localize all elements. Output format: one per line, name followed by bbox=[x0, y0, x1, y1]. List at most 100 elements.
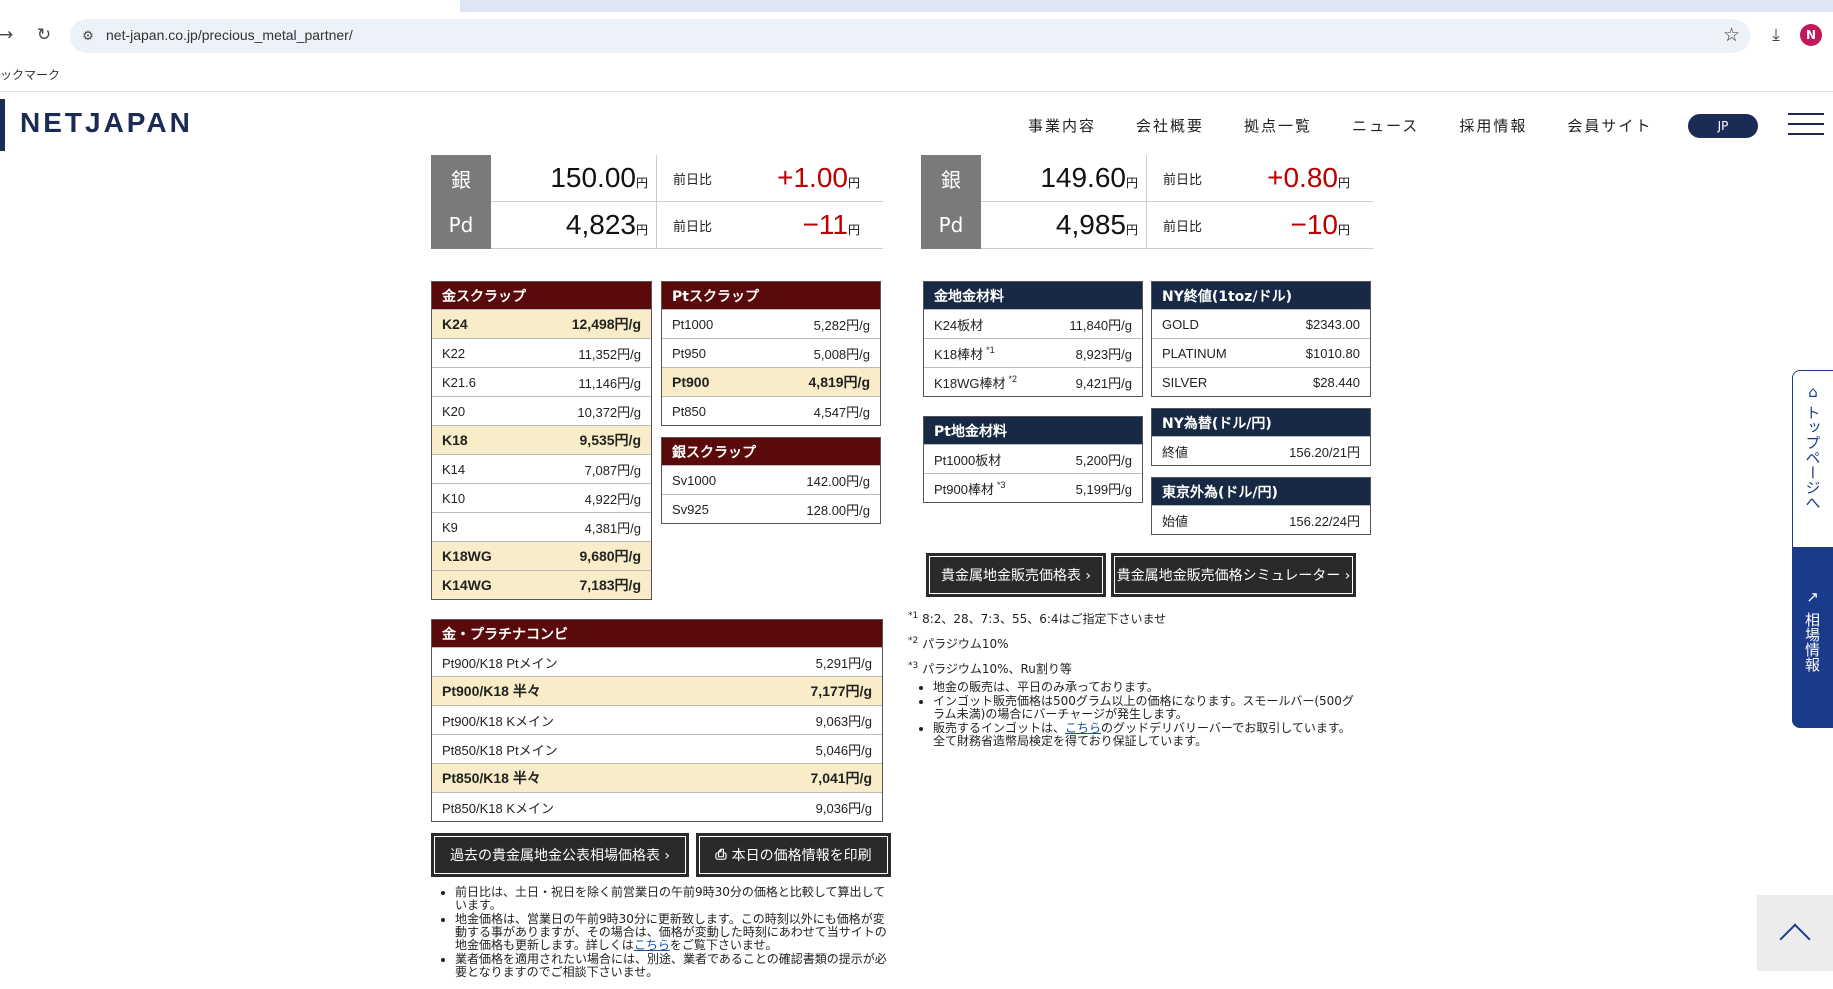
past-prices-button[interactable]: 過去の貴金属地金公表相場価格表 › bbox=[431, 833, 689, 877]
forward-icon[interactable]: → bbox=[0, 21, 20, 49]
logo-mark bbox=[0, 99, 5, 151]
row-label: K18棒材 bbox=[934, 346, 984, 362]
nav-recruit[interactable]: 採用情報 bbox=[1459, 115, 1527, 136]
site-info-icon[interactable]: ⚙ bbox=[78, 26, 98, 46]
profile-avatar[interactable]: N bbox=[1800, 24, 1822, 46]
bookmark-star-icon[interactable]: ☆ bbox=[1723, 24, 1740, 46]
table-title: 金スクラップ bbox=[432, 282, 651, 309]
nav-business[interactable]: 事業内容 bbox=[1028, 115, 1096, 136]
row-label: Sv925 bbox=[672, 501, 709, 517]
ny-close-table: NY終値(1toz/ドル) GOLD $2343.00 PLATINUM $1010.… bbox=[1151, 281, 1371, 397]
table-row: Pt900 4,819円/g bbox=[662, 367, 880, 396]
site-logo[interactable]: NETJAPAN bbox=[20, 107, 193, 139]
row-price: 9,421円/g bbox=[1075, 375, 1132, 391]
row-price: 142.00円/g bbox=[806, 473, 870, 489]
row-price: 4,819円/g bbox=[808, 374, 870, 390]
download-icon[interactable]: ⤓ bbox=[1762, 21, 1790, 49]
table-row: Pt1000板材 5,200円/g bbox=[924, 444, 1142, 473]
address-bar[interactable]: ⚙ net-japan.co.jp/precious_metal_partner… bbox=[70, 19, 1750, 53]
row-label: K9 bbox=[442, 519, 458, 535]
pt-scrap-table: Ptスクラップ Pt1000 5,282円/g Pt950 5,008円/g Pt900… bbox=[661, 281, 881, 426]
note-item: 前日比は、土日・祝日を除く前営業日の午前9時30分の価格と比較して算出しています… bbox=[455, 886, 892, 912]
price-row-silver-right: 銀 149.60円 前日比 +0.80円 bbox=[921, 154, 1373, 202]
nav-locations[interactable]: 拠点一覧 bbox=[1244, 115, 1312, 136]
row-price: 5,200円/g bbox=[1075, 452, 1132, 468]
price-row-pd-right: Pd 4,985円 前日比 −10円 bbox=[921, 201, 1373, 249]
diff-label: 前日比 bbox=[656, 201, 736, 249]
url-text[interactable]: net-japan.co.jp/precious_metal_partner/ bbox=[106, 27, 353, 43]
table-row: K18WG 9,680円/g bbox=[432, 541, 651, 570]
metal-label: 銀 bbox=[921, 154, 981, 202]
row-price: 7,183円/g bbox=[579, 577, 641, 593]
menu-icon[interactable] bbox=[1788, 113, 1824, 137]
row-price: $28.440 bbox=[1313, 374, 1360, 390]
note-item: 地金の販売は、平日のみ承っております。 bbox=[933, 681, 1355, 694]
reload-icon[interactable]: ↻ bbox=[30, 21, 58, 49]
table-row: GOLD $2343.00 bbox=[1152, 309, 1370, 338]
table-row: Pt850 4,547円/g bbox=[662, 396, 880, 425]
row-price: 4,547円/g bbox=[813, 404, 870, 420]
language-button[interactable]: JP bbox=[1688, 114, 1758, 138]
scroll-to-top-button[interactable] bbox=[1757, 895, 1833, 971]
price-value: 149.60円 bbox=[1040, 162, 1138, 193]
row-label: Pt850/K18 Kメイン bbox=[442, 800, 554, 816]
footnote-2: *2 パラジウム10% bbox=[908, 636, 1009, 651]
table-row: Sv925 128.00円/g bbox=[662, 494, 880, 523]
footnote-1: *1 8:2、28、7:3、55、6:4はご指定下さいませ bbox=[908, 611, 1167, 626]
details-link[interactable]: こちら bbox=[634, 938, 670, 952]
row-label: K24 bbox=[442, 316, 468, 332]
row-price: $2343.00 bbox=[1305, 316, 1360, 332]
diff-value: −10円 bbox=[1290, 209, 1350, 240]
row-label: K10 bbox=[442, 490, 466, 506]
note-item: 地金価格は、営業日の午前9時30分に更新致します。この時刻以外にも価格が変動する… bbox=[455, 913, 892, 952]
table-row: K18 9,535円/g bbox=[432, 425, 651, 454]
nav-company[interactable]: 会社概要 bbox=[1136, 115, 1204, 136]
table-title: 東京外為(ドル/円) bbox=[1152, 478, 1370, 505]
table-row: Pt950 5,008円/g bbox=[662, 338, 880, 367]
row-price: 9,535円/g bbox=[579, 432, 641, 448]
table-row: K9 4,381円/g bbox=[432, 512, 651, 541]
diff-label: 前日比 bbox=[656, 154, 736, 202]
table-row: Pt850/K18 Kメイン 9,036円/g bbox=[432, 792, 882, 821]
site-header: NETJAPAN 事業内容 会社概要 拠点一覧 ニュース 採用情報 会員サイト … bbox=[0, 93, 1833, 155]
row-label: SILVER bbox=[1162, 374, 1208, 390]
gooddelivery-link[interactable]: こちら bbox=[1065, 721, 1101, 735]
top-page-side-tab[interactable]: ⌂ トップページへ bbox=[1792, 370, 1833, 548]
table-row: K21.6 11,146円/g bbox=[432, 367, 651, 396]
row-label: K18WG bbox=[442, 548, 492, 564]
row-price: $1010.80 bbox=[1305, 345, 1360, 361]
table-row: Pt900/K18 Ptメイン 5,291円/g bbox=[432, 647, 882, 676]
note-item: 販売するインゴットは、こちらのグッドデリバリーバーでお取引しています。全て財務省… bbox=[933, 722, 1355, 748]
row-label: PLATINUM bbox=[1162, 345, 1227, 361]
active-tab[interactable] bbox=[0, 0, 460, 12]
price-notes: 前日比は、土日・祝日を除く前営業日の午前9時30分の価格と比較して算出しています… bbox=[437, 886, 892, 980]
row-price: 5,046円/g bbox=[815, 742, 872, 758]
table-row: K20 10,372円/g bbox=[432, 396, 651, 425]
simulator-button[interactable]: 貴金属地金販売価格シミュレーター › bbox=[1111, 553, 1356, 597]
row-label: Pt850 bbox=[672, 403, 706, 419]
nav-news[interactable]: ニュース bbox=[1352, 115, 1419, 136]
row-label: K21.6 bbox=[442, 374, 476, 390]
row-price: 4,381円/g bbox=[584, 520, 641, 536]
row-price: 11,352円/g bbox=[578, 346, 641, 362]
chart-icon: ↗ bbox=[1806, 588, 1819, 606]
market-info-side-tab[interactable]: ↗ 相場情報 bbox=[1792, 548, 1833, 728]
row-price: 7,177円/g bbox=[810, 683, 872, 699]
row-label: Pt900/K18 Kメイン bbox=[442, 713, 554, 729]
sale-price-table-button[interactable]: 貴金属地金販売価格表 › bbox=[926, 553, 1106, 597]
nav-member[interactable]: 会員サイト bbox=[1567, 115, 1652, 136]
row-price: 11,146円/g bbox=[578, 375, 641, 391]
table-row: K22 11,352円/g bbox=[432, 338, 651, 367]
row-price: 9,680円/g bbox=[579, 548, 641, 564]
row-price: 8,923円/g bbox=[1075, 346, 1132, 362]
pt-material-table: Pt地金材料 Pt1000板材 5,200円/g Pt900棒材 *3 5,199円/g bbox=[923, 416, 1143, 503]
note-item: インゴット販売価格は500グラム以上の価格になります。スモールバー(500グラム… bbox=[933, 695, 1355, 721]
gold-scrap-table: 金スクラップ K24 12,498円/g K22 11,352円/g K21.6 11,1… bbox=[431, 281, 652, 600]
metal-label: Pd bbox=[921, 201, 981, 249]
printer-icon: ⎙ bbox=[715, 847, 727, 863]
print-button[interactable]: ⎙ 本日の価格情報を印刷 bbox=[696, 833, 891, 877]
row-label: K14 bbox=[442, 461, 466, 477]
price-value: 150.00円 bbox=[550, 162, 648, 193]
bookmarks-label[interactable]: ックマーク bbox=[0, 66, 60, 83]
ny-fx-table: NY為替(ドル/円) 終値 156.20/21円 bbox=[1151, 408, 1371, 466]
